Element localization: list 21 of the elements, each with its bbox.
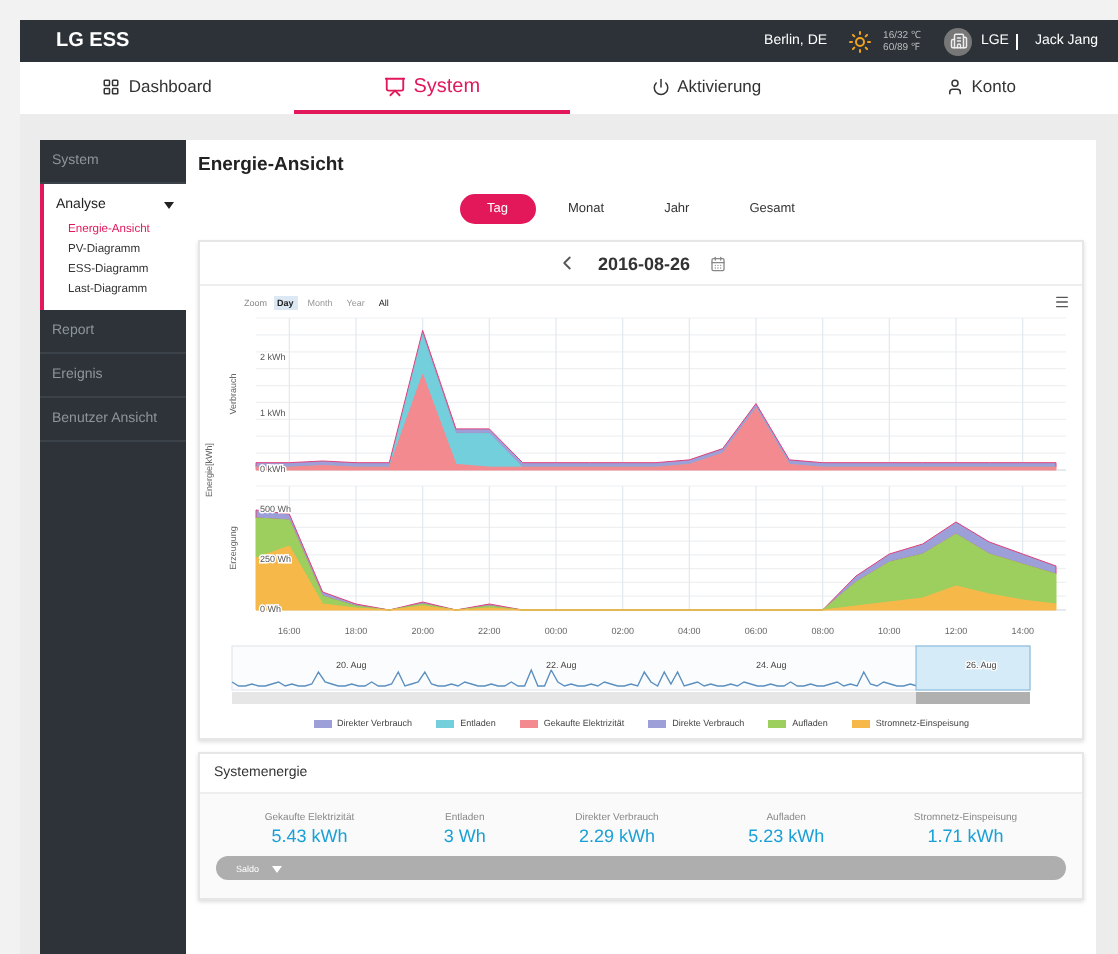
nav-tab[interactable]: Dashboard	[20, 62, 295, 114]
tab-icon	[651, 77, 670, 95]
nav-tab[interactable]: Aktivierung	[569, 62, 844, 114]
page-title: Energie-Ansicht	[198, 154, 346, 176]
stat-value: 3 Wh	[443, 826, 486, 846]
sun-icon	[847, 29, 872, 53]
building-icon	[944, 27, 973, 55]
calendar-icon[interactable]	[710, 255, 727, 271]
menu-icon[interactable]	[1054, 294, 1070, 310]
stat-value: 5.23 kWh	[748, 826, 825, 846]
caret-icon[interactable]	[164, 200, 174, 210]
stat-value: 2.29 kWh	[578, 826, 655, 846]
nav-tab[interactable]: Konto	[843, 62, 1118, 114]
stat-value: 1.71 kWh	[927, 826, 1004, 846]
tab-icon	[945, 77, 964, 95]
brand-name: LG ESS	[56, 30, 132, 52]
stat-value: 5.43 kWh	[271, 826, 348, 846]
navigator-scrollbar[interactable]	[232, 692, 1030, 704]
date-label: 2016-08-26	[597, 253, 691, 273]
tab-icon	[383, 75, 406, 97]
tab-icon	[102, 77, 121, 95]
